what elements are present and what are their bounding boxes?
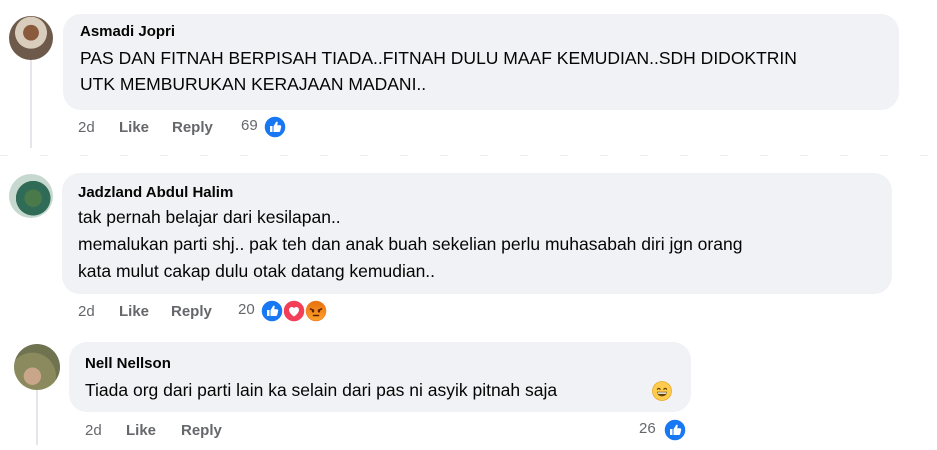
thread-line — [30, 60, 32, 148]
reaction-summary[interactable]: 20 — [238, 299, 338, 323]
avatar[interactable] — [9, 174, 53, 218]
love-icon — [282, 299, 306, 328]
reply-button[interactable]: Reply — [181, 422, 222, 439]
like-button[interactable]: Like — [119, 303, 149, 320]
avatar[interactable] — [9, 16, 53, 60]
like-icon — [663, 418, 687, 447]
like-icon — [260, 299, 284, 328]
reaction-count: 26 — [639, 420, 656, 437]
comment-timestamp[interactable]: 2d — [78, 303, 95, 320]
comment-text-line: PAS DAN FITNAH BERPISAH TIADA..FITNAH DU… — [80, 48, 797, 68]
comment-author[interactable]: Asmadi Jopri — [80, 23, 175, 40]
angry-icon — [304, 299, 328, 328]
comment-text-line: kata mulut cakap dulu otak datang kemudi… — [78, 261, 436, 281]
reply-button[interactable]: Reply — [171, 303, 212, 320]
reaction-summary[interactable]: 69 — [241, 115, 301, 139]
comment-author[interactable]: Nell Nellson — [85, 355, 171, 372]
comment-text-line: tak pernah belajar dari kesilapan.. — [78, 207, 341, 227]
divider — [0, 155, 937, 156]
reply-button[interactable]: Reply — [172, 119, 213, 136]
comment-text-line: UTK MEMBURUKAN KERAJAAN MADANI.. — [80, 74, 427, 94]
reaction-count: 69 — [241, 117, 258, 134]
reaction-count: 20 — [238, 301, 255, 318]
avatar[interactable] — [14, 344, 60, 390]
like-icon — [263, 115, 287, 144]
comment-timestamp[interactable]: 2d — [85, 422, 102, 439]
comment-text-line: Tiada org dari parti lain ka selain dari… — [85, 380, 558, 400]
like-button[interactable]: Like — [126, 422, 156, 439]
comment-author[interactable]: Jadzland Abdul Halim — [78, 184, 233, 201]
comment-timestamp[interactable]: 2d — [78, 119, 95, 136]
comment-text-line: memalukan parti shj.. pak teh dan anak b… — [78, 234, 743, 254]
reaction-summary[interactable]: 26 — [639, 418, 699, 442]
like-button[interactable]: Like — [119, 119, 149, 136]
thread-line — [36, 390, 38, 445]
grinning-face-icon — [652, 381, 672, 406]
